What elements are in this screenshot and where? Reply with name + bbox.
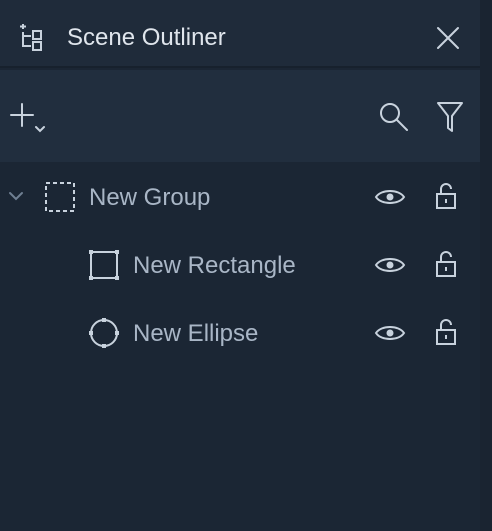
tree-item-label: New Rectangle — [133, 252, 296, 279]
unlocked-icon[interactable] — [434, 249, 458, 279]
eye-icon[interactable] — [374, 185, 406, 209]
ellipse-icon — [89, 318, 119, 348]
tree-item-label: New Ellipse — [133, 320, 259, 347]
chevron-down-icon[interactable] — [7, 189, 25, 203]
tree-row-new-group[interactable]: New Group — [0, 167, 480, 227]
tree-item-label: New Group — [89, 184, 211, 211]
close-icon[interactable] — [434, 24, 462, 52]
eye-icon[interactable] — [374, 253, 406, 277]
panel-edge — [480, 0, 492, 531]
outliner-toolbar — [0, 70, 480, 162]
tree-row-new-ellipse[interactable]: New Ellipse — [0, 303, 480, 363]
add-object-button[interactable] — [8, 101, 52, 141]
eye-icon[interactable] — [374, 321, 406, 345]
rectangle-icon — [89, 250, 119, 280]
group-icon — [45, 182, 75, 212]
search-icon[interactable] — [377, 100, 411, 134]
scene-tree-icon — [20, 24, 42, 51]
unlocked-icon[interactable] — [434, 317, 458, 347]
scene-outliner-panel: Scene Outliner New Group New Rectangle N… — [0, 0, 492, 531]
panel-header: Scene Outliner — [0, 0, 480, 68]
filter-icon[interactable] — [436, 100, 464, 134]
tree-row-new-rectangle[interactable]: New Rectangle — [0, 235, 480, 295]
panel-title: Scene Outliner — [67, 24, 226, 51]
unlocked-icon[interactable] — [434, 181, 458, 211]
